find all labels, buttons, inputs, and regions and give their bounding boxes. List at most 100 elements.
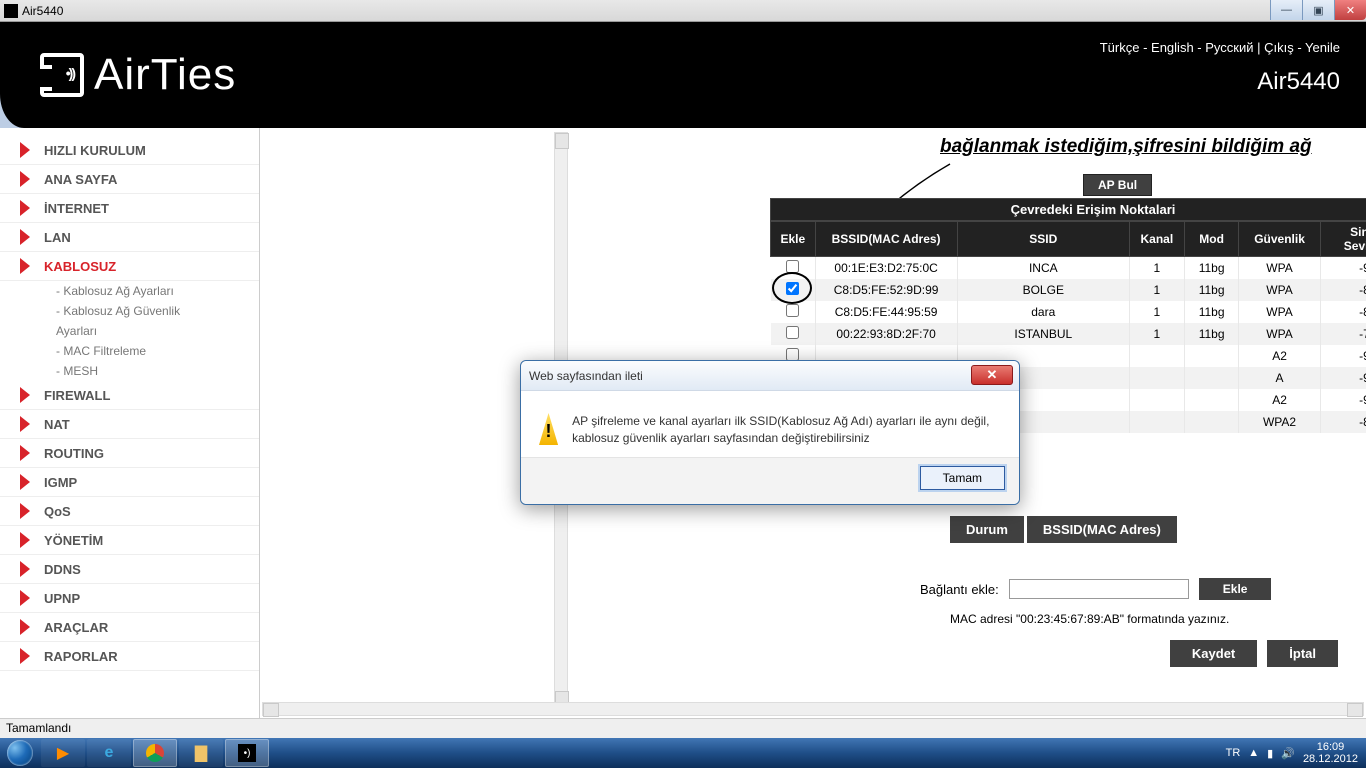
table-cell: -93	[1320, 389, 1366, 411]
table-cell	[1129, 411, 1184, 433]
col-bssid: BSSID(MAC Adres)	[1027, 516, 1177, 543]
table-cell: 11bg	[1184, 323, 1239, 345]
alert-dialog: Web sayfasından ileti ✕ AP şifreleme ve …	[520, 360, 1020, 505]
nav-item-lan[interactable]: LAN	[0, 223, 259, 252]
table-cell: 1	[1129, 257, 1184, 280]
table-cell: WPA	[1239, 279, 1320, 301]
table-cell: WPA	[1239, 257, 1320, 280]
add-connection-input[interactable]	[1009, 579, 1189, 599]
folder-icon: ▇	[195, 743, 207, 763]
chevron-right-icon	[20, 590, 38, 606]
nav-item-yöneti̇m[interactable]: YÖNETİM	[0, 526, 259, 555]
col-status: Durum	[950, 516, 1024, 543]
chevron-right-icon	[20, 171, 38, 187]
table-row: 00:1E:E3:D2:75:0CINCA111bgWPA-91	[771, 257, 1366, 280]
chevron-right-icon	[20, 229, 38, 245]
nav-subitem[interactable]: - MESH	[0, 361, 259, 381]
ap-find-button[interactable]: AP Bul	[1083, 174, 1152, 196]
table-cell: -91	[1320, 257, 1366, 280]
taskbar-item-chrome[interactable]	[133, 739, 177, 767]
taskbar-item-explorer[interactable]: ▇	[179, 739, 223, 767]
lang-ru-link[interactable]: Русский	[1205, 40, 1253, 55]
table-cell: -90	[1320, 345, 1366, 367]
nav-item-firewall[interactable]: FIREWALL	[0, 381, 259, 410]
window-titlebar: Air5440 — ▣ ✕	[0, 0, 1366, 22]
dialog-close-button[interactable]: ✕	[971, 365, 1013, 385]
content-scrollbar-h[interactable]	[262, 702, 1364, 716]
table-cell: WPA2	[1239, 411, 1320, 433]
nav-subitem[interactable]: Ayarları	[0, 321, 259, 341]
nav-item-igmp[interactable]: IGMP	[0, 468, 259, 497]
table-cell	[1184, 411, 1239, 433]
chevron-right-icon	[20, 619, 38, 635]
secondary-table-header: Durum BSSID(MAC Adres)	[950, 516, 1180, 543]
chevron-right-icon	[20, 503, 38, 519]
start-button[interactable]	[0, 738, 40, 768]
nav-item-routing[interactable]: ROUTING	[0, 439, 259, 468]
cancel-button[interactable]: İptal	[1267, 640, 1338, 667]
table-cell: -79	[1320, 323, 1366, 345]
window-close-button[interactable]: ✕	[1334, 0, 1366, 20]
lang-en-link[interactable]: English	[1151, 40, 1194, 55]
chevron-right-icon	[20, 200, 38, 216]
system-tray: TR ▲ ▮ 🔊 16:09 28.12.2012	[1218, 741, 1366, 765]
nav-subitem[interactable]: - Kablosuz Ağ Ayarları	[0, 281, 259, 301]
nav-item-kablosuz[interactable]: KABLOSUZ	[0, 252, 259, 281]
nav-subitem[interactable]: - Kablosuz Ağ Güvenlik	[0, 301, 259, 321]
table-cell: A	[1239, 367, 1320, 389]
row-add-checkbox[interactable]	[786, 304, 799, 317]
table-cell	[1129, 345, 1184, 367]
table-cell: 1	[1129, 279, 1184, 301]
window-maximize-button[interactable]: ▣	[1302, 0, 1334, 20]
dialog-titlebar: Web sayfasından ileti ✕	[521, 361, 1019, 391]
table-cell: A2	[1239, 345, 1320, 367]
dialog-ok-button[interactable]: Tamam	[920, 466, 1005, 490]
nav-item-araçlar[interactable]: ARAÇLAR	[0, 613, 259, 642]
table-cell: WPA	[1239, 323, 1320, 345]
table-cell: 11bg	[1184, 279, 1239, 301]
nav-item-hizli-kurulum[interactable]: HIZLI KURULUM	[0, 136, 259, 165]
table-cell	[1129, 389, 1184, 411]
nav-item-ddns[interactable]: DDNS	[0, 555, 259, 584]
taskbar: ▶ e ▇ •) TR ▲ ▮ 🔊 16:09 28.12.2012	[0, 738, 1366, 768]
add-connection-button[interactable]: Ekle	[1199, 578, 1272, 600]
save-button[interactable]: Kaydet	[1170, 640, 1257, 667]
nav-subitem[interactable]: - MAC Filtreleme	[0, 341, 259, 361]
chrome-icon	[146, 744, 164, 762]
app-icon	[4, 4, 18, 18]
chevron-right-icon	[20, 532, 38, 548]
window-minimize-button[interactable]: —	[1270, 0, 1302, 20]
model-label: Air5440	[1257, 68, 1340, 96]
table-row: C8:D5:FE:44:95:59dara111bgWPA-88	[771, 301, 1366, 323]
tray-network-icon[interactable]: ▮	[1267, 747, 1273, 760]
nav-item-raporlar[interactable]: RAPORLAR	[0, 642, 259, 671]
nav-item-qos[interactable]: QoS	[0, 497, 259, 526]
mac-format-hint: MAC adresi "00:23:45:67:89:AB" formatınd…	[950, 612, 1229, 626]
table-cell: C8:D5:FE:52:9D:99	[815, 279, 957, 301]
nav-item-ana-sayfa[interactable]: ANA SAYFA	[0, 165, 259, 194]
table-header: Kanal	[1129, 222, 1184, 257]
chevron-right-icon	[20, 474, 38, 490]
browser-status-bar: Tamamlandı	[0, 718, 1366, 738]
lang-tr-link[interactable]: Türkçe	[1100, 40, 1140, 55]
nav-item-upnp[interactable]: UPNP	[0, 584, 259, 613]
warning-icon	[539, 413, 558, 445]
taskbar-item-airties[interactable]: •)	[225, 739, 269, 767]
table-header: SSID	[957, 222, 1129, 257]
tray-clock[interactable]: 16:09 28.12.2012	[1303, 741, 1358, 765]
nav-item-i̇nternet[interactable]: İNTERNET	[0, 194, 259, 223]
nav-item-nat[interactable]: NAT	[0, 410, 259, 439]
logout-link[interactable]: Çıkış	[1264, 40, 1294, 55]
table-cell	[1184, 367, 1239, 389]
chevron-right-icon	[20, 387, 38, 403]
taskbar-item-media[interactable]: ▶	[41, 739, 85, 767]
refresh-link[interactable]: Yenile	[1305, 40, 1340, 55]
tray-updates-icon[interactable]: ▲	[1248, 747, 1259, 759]
tray-volume-icon[interactable]: 🔊	[1281, 747, 1295, 760]
taskbar-item-ie[interactable]: e	[87, 739, 131, 767]
table-cell: BOLGE	[957, 279, 1129, 301]
dialog-message: AP şifreleme ve kanal ayarları ilk SSID(…	[572, 413, 1001, 447]
row-add-checkbox[interactable]	[786, 326, 799, 339]
tray-lang[interactable]: TR	[1226, 747, 1241, 759]
table-cell: 11bg	[1184, 257, 1239, 280]
